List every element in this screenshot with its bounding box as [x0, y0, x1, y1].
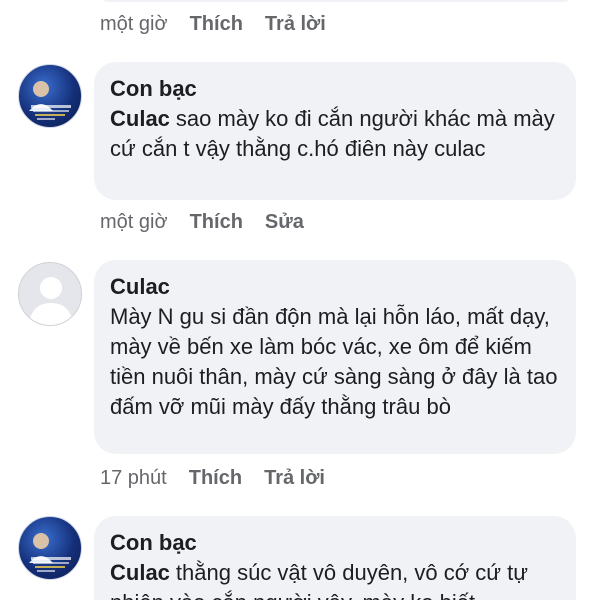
avatar-photo-icon [29, 533, 71, 572]
like-button[interactable]: Thích [190, 13, 243, 35]
comment-actions: 17 phút Thích Trả lời [100, 466, 347, 490]
avatar-photo-icon [29, 81, 71, 120]
comment-actions: một giờ Thích Sửa [100, 210, 326, 234]
default-user-icon [29, 277, 73, 325]
edit-button[interactable]: Sửa [265, 211, 304, 233]
comment-text: Culac sao mày ko đi cắn người khác mà mày… [110, 104, 560, 164]
comment-time[interactable]: một giờ [100, 211, 168, 233]
avatar[interactable] [18, 262, 82, 326]
comment-bubble: Con bạc Culac sao mày ko đi cắn người khá… [94, 62, 576, 200]
comment-body: sao mày ko đi cắn người khác mà mày cứ c… [110, 106, 555, 161]
comment-author[interactable]: Culac [110, 272, 560, 302]
like-button[interactable]: Thích [190, 211, 243, 233]
comment-body: thằng súc vật vô duyên, vô cớ cứ tự nhiê… [110, 560, 528, 600]
comment-bubble: Culac Mày N gu si đần độn mà lại hỗn láo… [94, 260, 576, 454]
avatar[interactable] [18, 516, 82, 580]
like-button[interactable]: Thích [189, 467, 242, 489]
reply-button[interactable]: Trả lời [265, 13, 326, 35]
comment-text: Culac thằng súc vật vô duyên, vô cớ cứ tự… [110, 558, 560, 600]
comment-time[interactable]: một giờ [100, 13, 168, 35]
mention-tag[interactable]: Culac [110, 560, 170, 585]
comment-author[interactable]: Con bạc [110, 528, 560, 558]
comment-bubble: Con bạc Culac thằng súc vật vô duyên, vô … [94, 516, 576, 600]
comment-author[interactable]: Con bạc [110, 74, 560, 104]
comment-time[interactable]: 17 phút [100, 467, 167, 489]
previous-comment-bubble [94, 0, 578, 2]
reply-button[interactable]: Trả lời [264, 467, 325, 489]
comment-actions: một giờ Thích Trả lời [100, 12, 348, 36]
mention-tag[interactable]: Culac [110, 106, 170, 131]
avatar[interactable] [18, 64, 82, 128]
comment-body: Mày N gu si đần độn mà lại hỗn láo, mất … [110, 304, 558, 419]
